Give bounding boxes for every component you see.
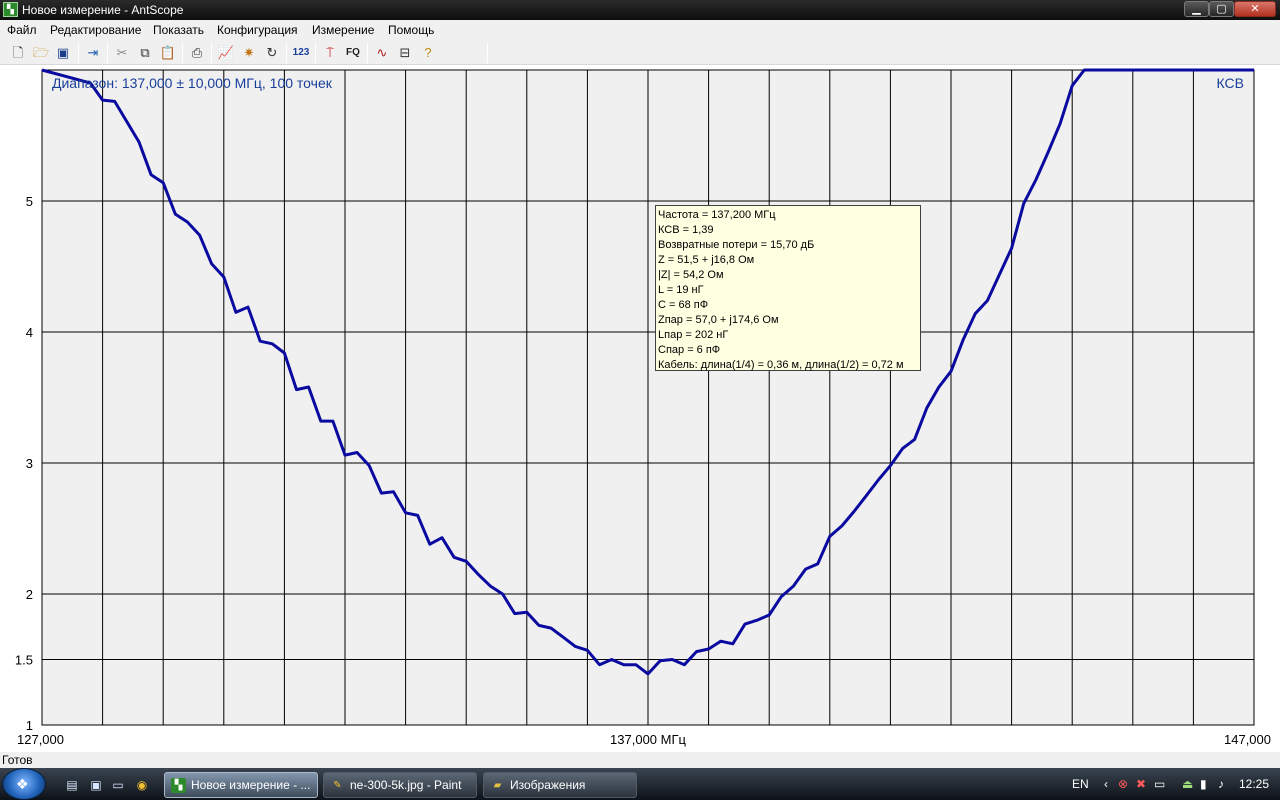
menu-configuration[interactable]: Конфигурация [217, 23, 298, 37]
y-axis-label: КСВ [1217, 75, 1244, 91]
new-document-icon[interactable]: 🗋 [8, 43, 28, 63]
scan-icon[interactable]: ✷ [239, 43, 259, 63]
status-text: Готов [2, 753, 33, 767]
task-label: ne-300-5k.jpg - Paint [350, 778, 462, 792]
antscope-icon: ▚ [171, 778, 186, 793]
toolbar-separator [487, 43, 488, 63]
tooltip-inductance: L = 19 нГ [658, 284, 704, 296]
tooltip-impedance-magnitude: |Z| = 54,2 Ом [658, 269, 724, 281]
tooltip-parallel-impedance: Zпар = 57,0 + j174,6 Ом [658, 314, 779, 326]
menu-measurement[interactable]: Измерение [312, 23, 374, 37]
help-icon[interactable]: ? [418, 43, 438, 63]
tooltip-cable-length: Кабель: длина(1/4) = 0,36 м, длина(1/2) … [658, 359, 904, 371]
y-tick-label: 4 [26, 325, 33, 340]
open-folder-icon[interactable]: 🗁 [31, 43, 51, 63]
export-icon[interactable]: ⇥ [83, 43, 103, 63]
paste-icon[interactable]: 📋 [158, 43, 178, 63]
chrome-icon[interactable]: ◉ [134, 777, 150, 793]
tooltip-impedance: Z = 51,5 + j16,8 Ом [658, 254, 755, 266]
title-bar: ▚ Новое измерение - AntScope ▁ ▢ ✕ [0, 0, 1280, 20]
toolbar-separator [78, 43, 79, 63]
frequency-icon[interactable]: FQ [343, 43, 363, 63]
task-label: Изображения [510, 778, 586, 792]
x-tick-label: 137,000 МГц [610, 732, 686, 747]
show-desktop-icon[interactable]: ▤ [64, 777, 80, 793]
minimize-icon[interactable]: ▁ [1184, 1, 1209, 17]
menu-edit[interactable]: Редактирование [50, 23, 141, 37]
system-tray: EN ‹ ⊗ ✖ ▭ ⏏ ▮ ♪ 12:25 [1062, 768, 1280, 800]
tooltip-parallel-inductance: Lпар = 202 нГ [658, 329, 729, 341]
tray-expand-icon[interactable]: ‹ [1104, 777, 1108, 791]
clock[interactable]: 12:25 [1239, 777, 1269, 791]
print-icon[interactable]: ⎙ [187, 43, 207, 63]
copy-icon[interactable]: ⧉ [135, 43, 155, 63]
toolbar: 🗋 🗁 ▣ ⇥ ✂ ⧉ 📋 ⎙ 📈 ✷ ↻ 123 ⍑ FQ ∿ ⊟ ? [0, 40, 1280, 65]
toolbar-separator [107, 43, 108, 63]
y-tick-label: 1 [26, 718, 33, 733]
numbers-icon[interactable]: 123 [291, 43, 311, 63]
network-icon[interactable]: ✖ [1136, 777, 1146, 791]
tooltip-return-loss: Возвратные потери = 15,70 дБ [658, 239, 815, 251]
refresh-icon[interactable]: ↻ [262, 43, 282, 63]
task-label: Новое измерение - ... [191, 778, 311, 792]
status-bar: Готов [0, 752, 1280, 768]
tooltip-capacitance: C = 68 пФ [658, 299, 709, 311]
toolbar-separator [315, 43, 316, 63]
save-icon[interactable]: ▣ [53, 43, 73, 63]
security-icon[interactable]: ⊗ [1118, 777, 1128, 791]
close-icon[interactable]: ✕ [1234, 1, 1276, 17]
tooltip-swr: КСВ = 1,39 [658, 224, 714, 236]
menu-help[interactable]: Помощь [388, 23, 434, 37]
antscope-icon: ▚ [3, 2, 18, 17]
task-paint[interactable]: ✎ ne-300-5k.jpg - Paint [323, 772, 477, 798]
volume-icon[interactable]: ♪ [1218, 777, 1224, 791]
x-axis-labels: 127,000 137,000 МГц 147,000 [17, 732, 1271, 747]
computer-icon[interactable]: ▭ [110, 777, 126, 793]
tooltip-parallel-capacitance: Cпар = 6 пФ [658, 344, 721, 356]
range-label: Диапазон: 137,000 ± 10,000 МГц, 100 точе… [52, 75, 333, 91]
safely-remove-icon[interactable]: ⏏ [1182, 777, 1193, 791]
x-tick-label: 147,000 [1224, 732, 1271, 747]
taskbar: ❖ ▤ ▣ ▭ ◉ ▚ Новое измерение - ... ✎ ne-3… [0, 768, 1280, 800]
toolbar-separator [286, 43, 287, 63]
menu-bar: Файл Редактирование Показать Конфигураци… [0, 20, 1280, 40]
y-tick-label: 5 [26, 194, 33, 209]
y-tick-label: 1.5 [15, 653, 33, 668]
display-icon[interactable]: ▭ [1154, 777, 1165, 791]
swr-chart[interactable]: 1 1.5 2 3 4 5 127,000 137,000 МГц 147,000 Диапа… [0, 66, 1280, 752]
graph-icon[interactable]: 📈 [216, 43, 236, 63]
task-images-folder[interactable]: ▰ Изображения [483, 772, 637, 798]
x-tick-label: 127,000 [17, 732, 64, 747]
windows-start-icon[interactable]: ❖ [2, 768, 46, 800]
battery-icon[interactable]: ▮ [1200, 777, 1207, 791]
menu-view[interactable]: Показать [153, 23, 204, 37]
y-tick-label: 2 [26, 587, 33, 602]
task-antscope[interactable]: ▚ Новое измерение - ... [164, 772, 318, 798]
toolbar-separator [182, 43, 183, 63]
cut-icon[interactable]: ✂ [112, 43, 132, 63]
paint-icon: ✎ [333, 780, 342, 791]
tooltip-frequency: Частота = 137,200 МГц [658, 209, 776, 221]
window-title: Новое измерение - AntScope [22, 3, 184, 17]
waveform-icon[interactable]: ∿ [372, 43, 392, 63]
measurement-tooltip: Частота = 137,200 МГц КСВ = 1,39 Возврат… [655, 205, 921, 371]
y-tick-label: 3 [26, 456, 33, 471]
language-indicator[interactable]: EN [1072, 777, 1089, 791]
toolbar-separator [211, 43, 212, 63]
y-axis-labels: 1 1.5 2 3 4 5 [15, 194, 33, 733]
menu-file[interactable]: Файл [7, 23, 37, 37]
toolbar-separator [367, 43, 368, 63]
plot-area[interactable]: 1 1.5 2 3 4 5 127,000 137,000 МГц 147,000 Диапа… [0, 66, 1280, 752]
calibration-icon[interactable]: ⊟ [395, 43, 415, 63]
maximize-icon[interactable]: ▢ [1209, 1, 1234, 17]
antenna-icon[interactable]: ⍑ [320, 43, 340, 63]
folder-icon: ▰ [493, 780, 502, 791]
window-switch-icon[interactable]: ▣ [88, 777, 104, 793]
